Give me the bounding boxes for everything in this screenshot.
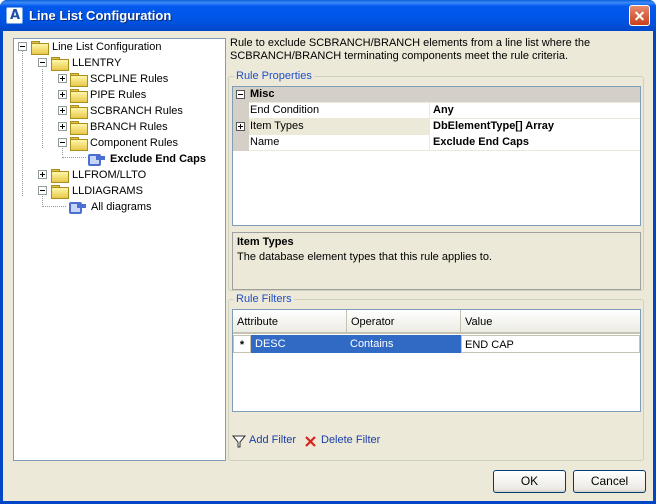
folder-icon [70,137,88,151]
grid-row-name: Item Types [250,120,304,132]
grid-margin [233,103,249,119]
cell-value[interactable]: END CAP [461,335,640,353]
title-bar[interactable]: Line List Configuration [0,0,656,32]
tree-node-label: LLENTRY [72,57,122,69]
tree-line [42,69,43,148]
grid-row-value[interactable]: Any [429,103,640,119]
filters-table[interactable]: Attribute Operator Value * DESC Contains… [232,309,641,412]
expand-icon[interactable] [58,122,67,131]
window-title: Line List Configuration [29,8,172,23]
expand-icon[interactable] [38,170,47,179]
column-header-attribute[interactable]: Attribute [233,310,347,334]
grid-section-label: Misc [250,88,275,100]
cell-attribute[interactable]: DESC [251,335,347,353]
rule-icon [88,153,106,166]
collapse-icon[interactable] [18,42,27,51]
tree-node-label: All diagrams [91,201,152,213]
filter-icon [232,435,246,448]
tree-node-label: SCBRANCH Rules [90,105,183,117]
tree-line [62,146,63,155]
folder-icon [70,73,88,87]
help-title: Item Types [237,236,294,248]
grid-section-misc[interactable]: Misc [233,87,640,103]
expand-icon[interactable] [58,106,67,115]
folder-icon [51,169,69,183]
tree-line [62,157,86,158]
grid-row-value[interactable]: DbElementType[] Array [429,119,640,135]
add-filter-label: Add Filter [249,434,297,446]
expand-icon[interactable] [236,122,245,131]
collapse-icon[interactable] [236,90,245,99]
folder-icon [70,121,88,135]
grid-row-value[interactable]: Exclude End Caps [429,135,640,151]
grid-row-end-condition[interactable]: End Condition Any [233,103,640,119]
folder-icon [51,185,69,199]
property-grid[interactable]: Misc End Condition Any Item Types DbElem… [232,86,641,226]
grid-margin [233,87,249,103]
close-button[interactable] [629,5,650,26]
collapse-icon[interactable] [38,186,47,195]
folder-icon [31,41,49,55]
tree-node-label: Line List Configuration [52,41,162,53]
rule-icon [69,201,87,214]
property-help: Item Types The database element types th… [232,232,641,290]
expand-icon[interactable] [58,74,67,83]
grid-row-name[interactable]: Name Exclude End Caps [233,135,640,151]
dialog-window: Line List Configuration Line List Config… [0,0,656,504]
tree-node-label: Exclude End Caps [110,153,206,165]
tree-line [22,51,23,196]
rule-description: Rule to exclude SCBRANCH/BRANCH elements… [230,37,591,62]
cancel-button[interactable]: Cancel [573,470,646,493]
folder-icon [70,89,88,103]
cell-operator[interactable]: Contains [347,335,461,353]
rule-properties-label: Rule Properties [234,70,314,82]
folder-icon [70,105,88,119]
grid-row-name: End Condition [250,104,320,116]
column-header-value[interactable]: Value [461,310,640,334]
collapse-icon[interactable] [38,58,47,67]
grid-margin [233,135,249,151]
column-header-operator[interactable]: Operator [347,310,461,334]
collapse-icon[interactable] [58,138,67,147]
row-marker-icon: * [233,335,251,353]
tree-node-label: PIPE Rules [90,89,147,101]
rule-filters-label: Rule Filters [234,293,294,305]
config-tree[interactable]: Line List Configuration LLENTRY SCPLINE … [13,38,226,461]
tree-node-label: BRANCH Rules [90,121,168,133]
delete-filter-label: Delete Filter [321,434,381,446]
tree-node-label: LLFROM/LLTO [72,169,147,181]
grid-row-name-label: Name [250,136,280,148]
expand-icon[interactable] [58,90,67,99]
tree-line [42,206,66,207]
delete-icon [305,436,316,447]
grid-margin [233,119,249,135]
grid-row-item-types[interactable]: Item Types DbElementType[] Array [233,119,640,135]
help-text: The database element types that this rul… [237,251,492,263]
tree-node-label: SCPLINE Rules [90,73,169,85]
tree-node-label: Component Rules [90,137,179,149]
app-icon [6,7,23,24]
ok-button[interactable]: OK [493,470,566,493]
folder-icon [51,57,69,71]
tree-node-label: LLDIAGRAMS [72,185,143,197]
